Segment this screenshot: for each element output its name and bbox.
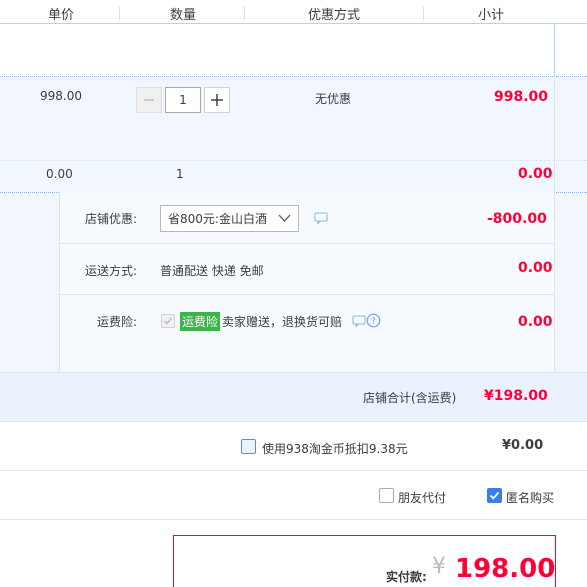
check-icon bbox=[489, 491, 500, 500]
coins-checkbox[interactable] bbox=[241, 439, 256, 454]
header-subtotal: 小计 bbox=[478, 8, 505, 23]
options-bottom-divider bbox=[0, 519, 587, 520]
anonymous-checkbox[interactable] bbox=[487, 488, 502, 503]
extra-row-quantity: 1 bbox=[176, 167, 184, 181]
insurance-amount: 0.00 bbox=[518, 314, 553, 330]
extra-row-price: 0.00 bbox=[46, 167, 73, 181]
shipping-amount: 0.00 bbox=[518, 260, 553, 276]
header-unit-price: 单价 bbox=[48, 8, 75, 23]
insurance-badge: 运费险 bbox=[180, 312, 221, 331]
shipping-label: 运送方式: bbox=[85, 264, 138, 278]
comment-icon[interactable] bbox=[352, 315, 366, 327]
payment-currency: ¥ bbox=[432, 554, 446, 579]
options-divider bbox=[59, 243, 555, 244]
shop-discount-amount: -800.00 bbox=[487, 211, 547, 227]
help-icon[interactable]: ? bbox=[366, 313, 381, 328]
item-discount: 无优惠 bbox=[315, 92, 352, 106]
shop-discount-label: 店铺优惠: bbox=[85, 212, 138, 226]
shipping-value: 普通配送 快递 免邮 bbox=[160, 264, 264, 278]
shop-discount-select[interactable]: 省800元:金山白酒 bbox=[160, 205, 299, 232]
header-divider bbox=[423, 6, 424, 20]
header-divider bbox=[119, 6, 120, 20]
quantity-input[interactable]: 1 bbox=[165, 87, 201, 113]
insurance-text: 卖家赠送，退换货可赔 bbox=[222, 315, 343, 329]
shop-total-label: 店铺合计(含运费) bbox=[363, 391, 457, 405]
payment-amount: 198.00 bbox=[455, 554, 556, 584]
comment-icon[interactable] bbox=[314, 212, 328, 224]
header-quantity: 数量 bbox=[170, 8, 197, 23]
quantity-value: 1 bbox=[179, 93, 187, 107]
friend-pay-checkbox[interactable] bbox=[379, 488, 394, 503]
coins-amount: ¥0.00 bbox=[502, 438, 544, 453]
shop-total-amount: ¥198.00 bbox=[484, 388, 548, 404]
minus-icon bbox=[144, 99, 154, 101]
options-divider bbox=[59, 294, 555, 295]
header-discount-method: 优惠方式 bbox=[308, 8, 361, 23]
header-divider bbox=[244, 6, 245, 20]
friend-pay-label: 朋友代付 bbox=[398, 491, 447, 505]
table-header: 单价 数量 优惠方式 小计 bbox=[0, 0, 587, 24]
chevron-down-icon bbox=[278, 214, 291, 222]
item-top-border bbox=[0, 76, 587, 77]
check-icon bbox=[164, 317, 173, 325]
svg-text:?: ? bbox=[371, 317, 376, 327]
shop-discount-selected: 省800元:金山白酒 bbox=[168, 212, 267, 226]
item-subtotal: 998.00 bbox=[494, 89, 549, 105]
item-unit-price: 998.00 bbox=[40, 89, 82, 103]
extra-row-divider bbox=[0, 160, 587, 161]
coins-bottom-divider bbox=[0, 470, 587, 471]
quantity-increase-button[interactable] bbox=[204, 87, 230, 113]
anonymous-label: 匿名购买 bbox=[506, 491, 555, 505]
payment-label: 实付款: bbox=[386, 570, 427, 584]
quantity-decrease-button[interactable] bbox=[136, 87, 162, 113]
insurance-label: 运费险: bbox=[97, 315, 138, 329]
payment-box: 实付款: ¥ 198.00 bbox=[173, 535, 556, 587]
insurance-checkbox[interactable] bbox=[161, 314, 175, 328]
plus-icon bbox=[211, 94, 223, 106]
header-right-border bbox=[554, 24, 555, 76]
item-right-border bbox=[554, 76, 555, 192]
extra-row-subtotal: 0.00 bbox=[518, 166, 553, 182]
coins-text: 使用938淘金币抵扣9.38元 bbox=[262, 442, 408, 456]
